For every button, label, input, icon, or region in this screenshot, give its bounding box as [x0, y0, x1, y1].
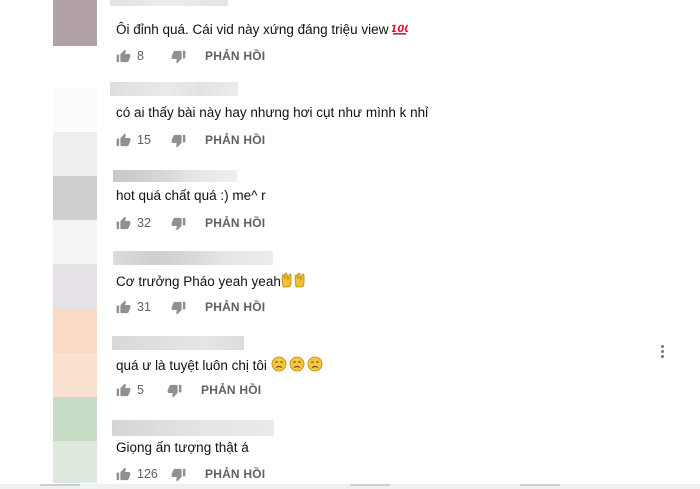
thumbs-down-icon[interactable]	[171, 216, 186, 231]
author-name[interactable]	[110, 82, 238, 96]
reply-button[interactable]: PHẢN HỒI	[205, 49, 265, 63]
reply-button[interactable]: PHẢN HỒI	[205, 133, 265, 147]
comment-text: Giọng ấn tượng thật á	[116, 440, 249, 456]
comment-text: Cơ trưởng Pháo yeah yeah	[116, 272, 307, 290]
thumbs-up-icon[interactable]	[116, 300, 131, 315]
reply-button[interactable]: PHẢN HỒI	[205, 467, 265, 481]
comment-body: Giọng ấn tượng thật á	[116, 440, 249, 455]
reply-button[interactable]: PHẢN HỒI	[201, 383, 261, 397]
comment-text: hot quá chất quá :) me^ r	[116, 188, 266, 204]
avatar[interactable]	[53, 220, 97, 264]
thumbs-up-icon[interactable]	[116, 467, 131, 482]
avatar[interactable]	[53, 176, 97, 220]
comment-actions: 31 PHẢN HỒI	[116, 298, 265, 316]
comment-body: có ai thấy bài này hay nhưng hơi cụt như…	[116, 105, 429, 120]
avatar[interactable]	[53, 0, 97, 46]
thumbs-down-icon[interactable]	[171, 49, 186, 64]
like-count: 8	[137, 49, 144, 63]
comment-body: Ôi đỉnh quá. Cái vid này xứng đáng triệu…	[116, 22, 393, 37]
avatar[interactable]	[53, 441, 97, 483]
author-name[interactable]	[112, 420, 274, 436]
avatar[interactable]	[53, 88, 97, 132]
comment-actions: 126 PHẢN HỒI	[116, 465, 265, 483]
like-count: 15	[137, 133, 151, 147]
avatar[interactable]	[53, 309, 97, 353]
comment-body: quá ư là tuyệt luôn chị tôi	[116, 358, 271, 373]
author-name[interactable]	[112, 336, 244, 350]
thumbs-down-icon[interactable]	[171, 467, 186, 482]
thumbs-up-icon[interactable]	[116, 49, 131, 64]
thumbs-up-icon[interactable]	[116, 383, 131, 398]
comment-actions: 15 PHẢN HỒI	[116, 131, 265, 149]
like-count: 126	[137, 467, 158, 481]
comment-body: hot quá chất quá :) me^ r	[116, 188, 266, 203]
author-name[interactable]	[113, 170, 237, 182]
reply-button[interactable]: PHẢN HỒI	[205, 216, 265, 230]
comment-text: quá ư là tuyệt luôn chị tôi	[116, 356, 323, 374]
avatar[interactable]	[53, 353, 97, 397]
avatar[interactable]	[53, 132, 97, 176]
comment-actions: 32 PHẢN HỒI	[116, 214, 265, 232]
author-name[interactable]	[113, 251, 273, 265]
thumbs-down-icon[interactable]	[171, 133, 186, 148]
comment-text: Ôi đỉnh quá. Cái vid này xứng đáng triệu…	[116, 21, 408, 38]
like-count: 31	[137, 300, 151, 314]
comment-actions: 8 PHẢN HỒI	[116, 47, 265, 65]
thumbs-down-icon[interactable]	[171, 300, 186, 315]
thumbs-down-icon[interactable]	[167, 383, 182, 398]
avatar[interactable]	[53, 264, 97, 309]
avatar[interactable]	[53, 397, 97, 441]
horizontal-scrollbar[interactable]	[0, 484, 700, 489]
raised-hands-icon	[281, 272, 305, 288]
like-count: 5	[137, 383, 144, 397]
more-vertical-icon[interactable]	[658, 345, 666, 363]
reply-button[interactable]: PHẢN HỒI	[205, 300, 265, 314]
comment-actions: 5 PHẢN HỒI	[116, 381, 261, 399]
like-count: 32	[137, 216, 151, 230]
comment-text: có ai thấy bài này hay nhưng hơi cụt như…	[116, 105, 428, 121]
thumbs-up-icon[interactable]	[116, 216, 131, 231]
disappointed-face-icon	[271, 356, 323, 374]
author-name[interactable]	[110, 0, 228, 6]
thumbs-up-icon[interactable]	[116, 133, 131, 148]
comment-body: Cơ trưởng Pháo yeah yeah	[116, 274, 281, 289]
100-icon: 100	[392, 24, 408, 35]
